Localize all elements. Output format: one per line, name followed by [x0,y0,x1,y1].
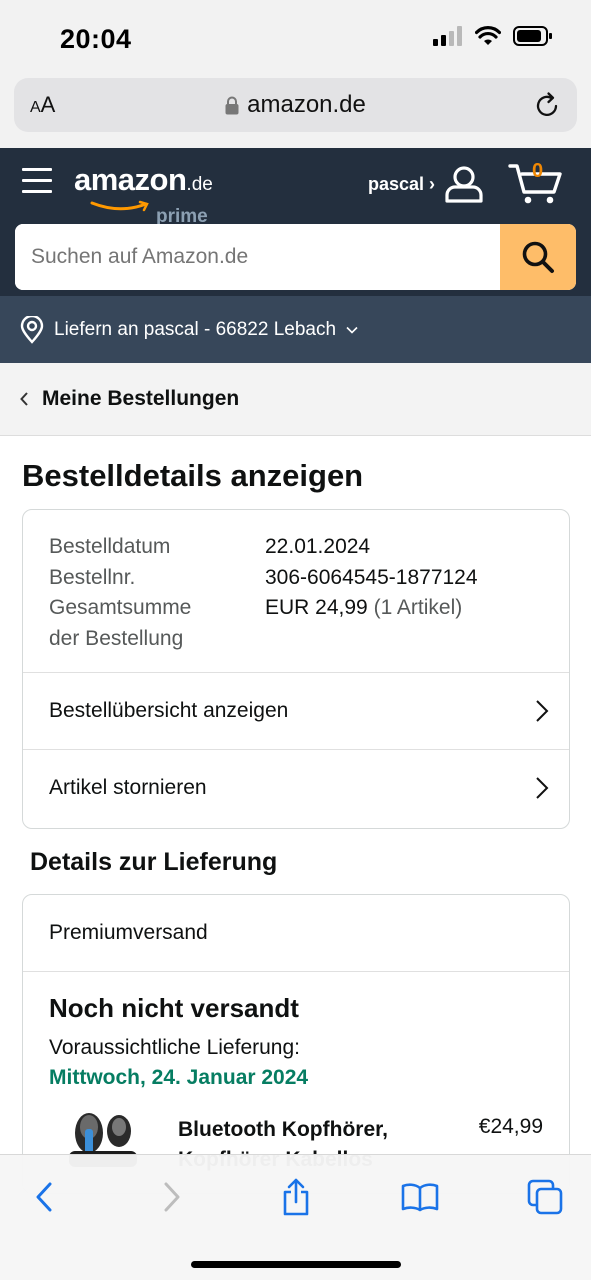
deliver-to-text: Liefern an pascal - 66822 Lebach [54,318,337,340]
home-indicator [191,1261,401,1268]
back-button[interactable] [24,1177,64,1217]
bookmarks-button[interactable] [400,1177,440,1217]
status-icons [433,26,553,46]
location-pin-icon [20,315,44,344]
delivery-card: Premiumversand Noch nicht versandt Vorau… [22,894,570,1194]
browser-address-area: AA amazon.de [0,76,591,148]
order-summary-grid: Bestelldatum 22.01.2024 Bestellnr. 306-6… [49,532,478,654]
eta-date: Mittwoch, 24. Januar 2024 [49,1066,309,1089]
chevron-left-icon [36,1182,52,1212]
chevron-down-icon [346,326,358,334]
summary-row-order-number: Bestellnr. 306-6064545-1877124 [49,565,478,589]
forward-button[interactable] [152,1177,192,1217]
cancel-items-link[interactable]: Artikel stornieren [23,749,569,826]
order-summary-card: Bestelldatum 22.01.2024 Bestellnr. 306-6… [22,509,570,829]
amazon-header: amazon.de prime pascal › 0 [0,148,591,296]
shipment-status: Noch nicht versandt [49,993,299,1023]
lock-icon [225,96,239,114]
share-icon [283,1178,309,1216]
browser-toolbar [0,1154,591,1280]
url-host-text: amazon.de [247,91,366,118]
cart-button[interactable]: 0 [508,160,564,206]
tabs-button[interactable] [525,1177,565,1217]
chevron-right-icon [164,1182,180,1212]
amazon-logo[interactable]: amazon.de prime [74,162,213,227]
shipping-method: Premiumversand [23,895,569,972]
amazon-smile-icon [90,200,149,212]
book-icon [401,1183,439,1212]
reload-icon[interactable] [535,91,561,119]
chevron-left-icon [20,392,28,406]
signal-icon [433,26,462,46]
wifi-icon [475,26,501,45]
user-icon[interactable] [444,164,484,204]
battery-icon [513,26,552,46]
search-input[interactable] [15,224,500,290]
view-order-summary-link[interactable]: Bestellübersicht anzeigen [23,672,569,749]
chevron-right-icon [536,700,549,722]
cart-count: 0 [532,160,544,182]
status-bar: 20:04 [0,0,591,76]
address-bar[interactable]: AA amazon.de [14,78,577,132]
delivery-section-title: Details zur Lieferung [30,848,278,876]
search-icon [522,241,554,273]
summary-row-order-date: Bestelldatum 22.01.2024 [49,535,371,558]
search-bar [15,224,576,290]
status-time: 20:04 [60,24,132,54]
url-display[interactable]: amazon.de [14,91,577,119]
account-link[interactable]: pascal › [368,174,435,195]
eta-label: Voraussichtliche Lieferung: [49,1036,300,1059]
breadcrumb-label: Meine Bestellungen [42,387,240,410]
product-price: €24,99 [478,1115,543,1138]
search-button[interactable] [500,224,576,290]
breadcrumb[interactable]: Meine Bestellungen [0,363,591,436]
tabs-icon [527,1179,563,1215]
summary-row-total: Gesamtsumme EUR 24,99 (1 Artikel) [49,596,463,619]
share-button[interactable] [276,1177,316,1217]
chevron-right-icon [536,777,549,799]
summary-row-total-cont: der Bestellung [49,626,184,650]
page-title: Bestelldetails anzeigen [22,458,364,493]
deliver-to-bar[interactable]: Liefern an pascal - 66822 Lebach [0,296,591,363]
menu-icon[interactable] [22,168,52,201]
